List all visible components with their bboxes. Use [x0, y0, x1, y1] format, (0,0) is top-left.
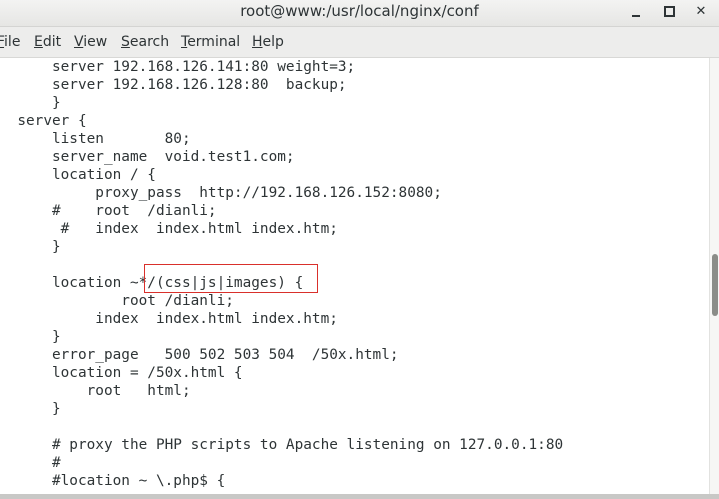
terminal-line: listen 80;	[0, 131, 191, 147]
close-button[interactable]: ✕	[690, 2, 712, 22]
terminal-line: }	[0, 329, 61, 345]
menu-help[interactable]: Help	[252, 34, 284, 51]
terminal-line: }	[0, 239, 61, 255]
window-bottom-edge	[0, 494, 719, 499]
terminal-line: index index.html index.htm;	[0, 311, 338, 327]
menu-edit[interactable]: Edit	[34, 34, 61, 51]
annotation-highlight-box	[144, 264, 318, 293]
terminal-line: root /dianli;	[0, 293, 234, 309]
window-title: root@www:/usr/local/nginx/conf	[240, 2, 479, 20]
scrollbar-thumb[interactable]	[712, 254, 718, 316]
vertical-scrollbar[interactable]	[709, 58, 719, 494]
terminal-line: #location ~ \.php$ {	[0, 473, 226, 489]
terminal-line: server {	[0, 113, 87, 129]
terminal-line: root html;	[0, 383, 191, 399]
terminal-output[interactable]: server 192.168.126.141:80 weight=3; serv…	[0, 58, 709, 494]
menu-bar: File Edit View Search Terminal Help	[0, 27, 719, 58]
menu-terminal[interactable]: Terminal	[181, 34, 240, 51]
terminal-line: location / {	[0, 167, 156, 183]
menu-file[interactable]: File	[0, 34, 20, 51]
terminal-line: server 192.168.126.141:80 weight=3;	[0, 59, 356, 75]
terminal-window: root@www:/usr/local/nginx/conf ✕ File Ed…	[0, 0, 719, 499]
close-icon: ✕	[695, 4, 707, 19]
terminal-line: server 192.168.126.128:80 backup;	[0, 77, 347, 93]
terminal-line: }	[0, 95, 61, 111]
terminal-line: proxy_pass http://192.168.126.152:8080;	[0, 185, 442, 201]
terminal-line: # root /dianli;	[0, 203, 217, 219]
terminal-line: # index index.html index.htm;	[0, 221, 338, 237]
title-bar[interactable]: root@www:/usr/local/nginx/conf ✕	[0, 0, 719, 27]
minimize-icon	[632, 15, 640, 17]
terminal-line: location = /50x.html {	[0, 365, 243, 381]
menu-search[interactable]: Search	[121, 34, 169, 51]
maximize-icon	[663, 6, 675, 17]
terminal-line: #	[0, 455, 61, 471]
menu-view[interactable]: View	[74, 34, 107, 51]
terminal-line: server_name void.test1.com;	[0, 149, 295, 165]
terminal-line: # proxy the PHP scripts to Apache listen…	[0, 437, 564, 453]
terminal-line: error_page 500 502 503 504 /50x.html;	[0, 347, 399, 363]
maximize-button[interactable]	[658, 2, 680, 22]
minimize-button[interactable]	[625, 2, 647, 22]
terminal-line: }	[0, 401, 61, 417]
